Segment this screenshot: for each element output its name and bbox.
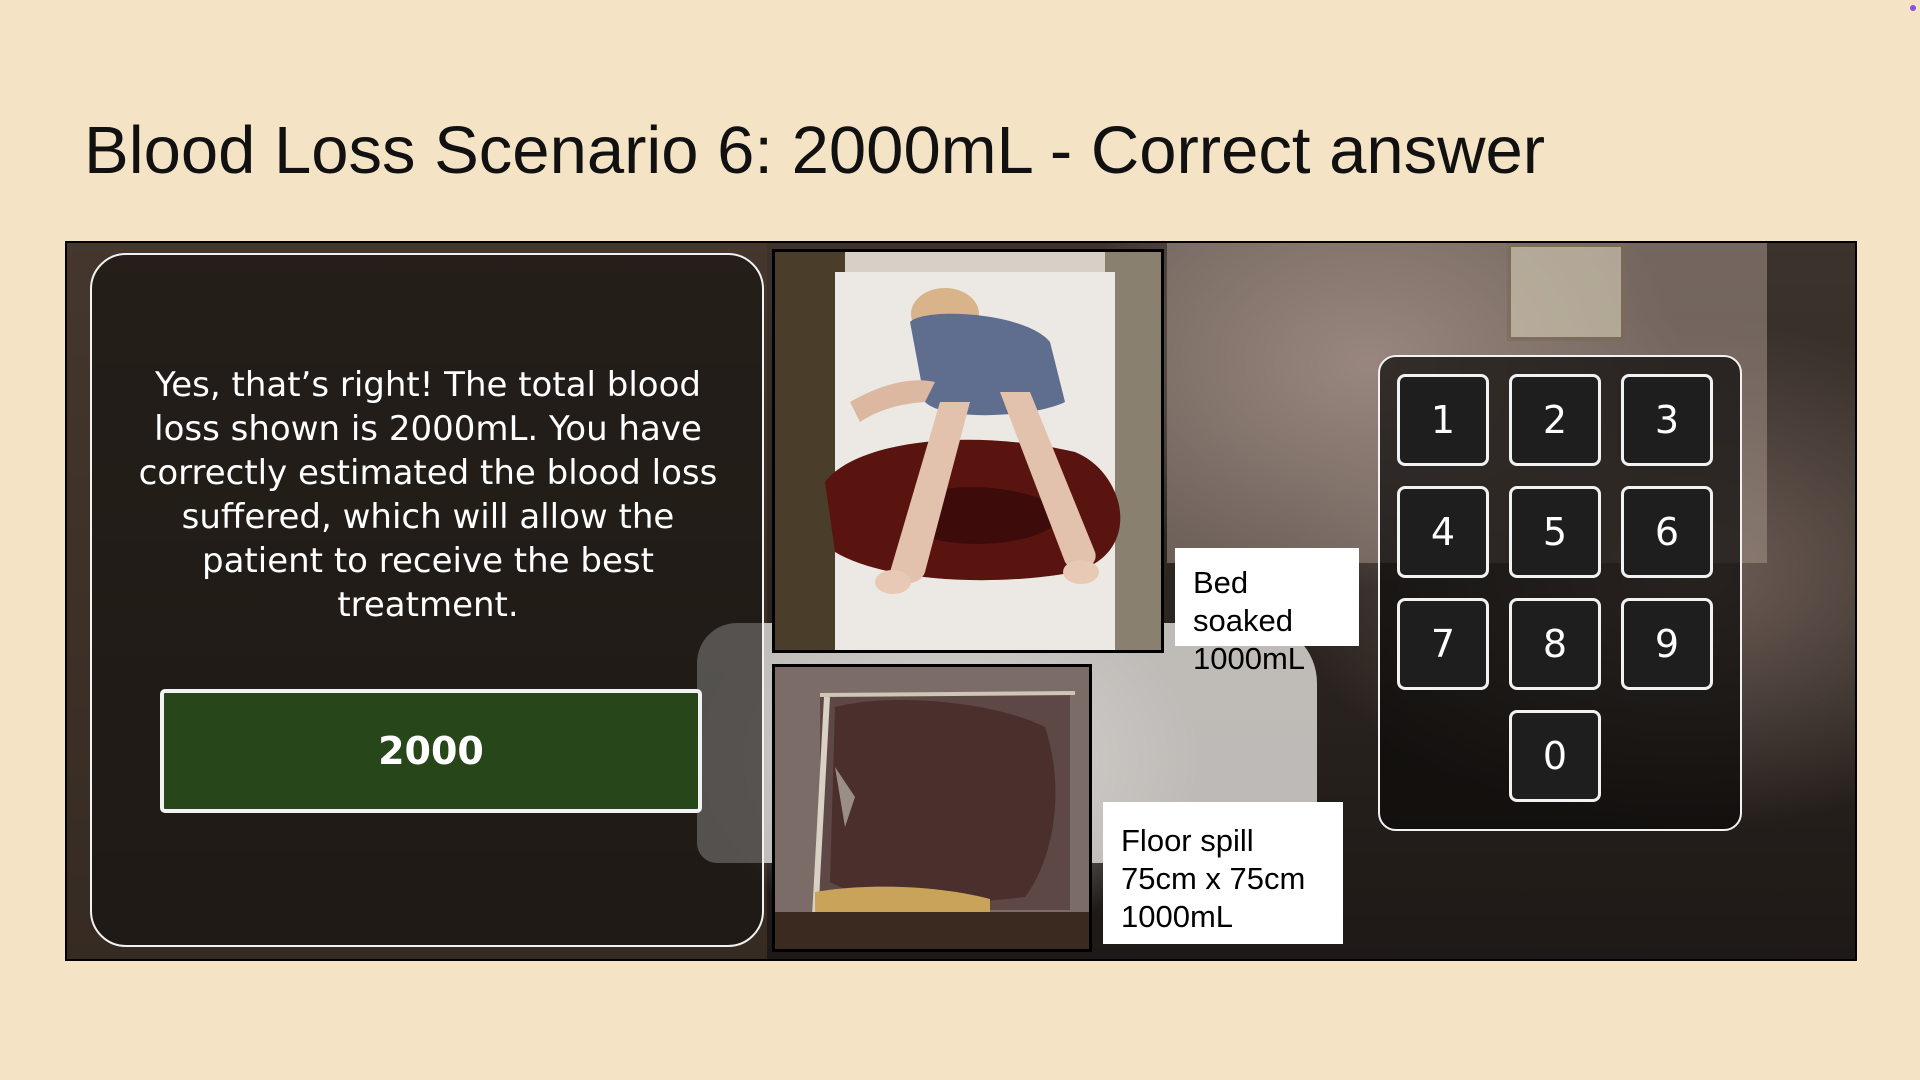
feedback-message: Yes, that’s right! The total blood loss … [138, 365, 718, 625]
keypad-key-9[interactable]: 9 [1621, 598, 1713, 690]
floor-spill-illustration [775, 667, 1089, 949]
keypad-key-6[interactable]: 6 [1621, 486, 1713, 578]
feedback-panel: Yes, that’s right! The total blood loss … [90, 253, 764, 947]
floor-caption-line: Floor spill [1121, 823, 1254, 858]
bed-caption-line: 1000mL [1193, 641, 1306, 676]
bed-caption-line: Bed soaked [1193, 565, 1293, 638]
scenario-scene: Yes, that’s right! The total blood loss … [65, 241, 1857, 961]
floor-caption-line: 1000mL [1121, 899, 1234, 934]
bed-blood-photo [772, 249, 1164, 653]
floor-spill-caption: Floor spill 75cm x 75cm 1000mL [1103, 802, 1343, 944]
keypad-key-8[interactable]: 8 [1509, 598, 1601, 690]
floor-caption-line: 75cm x 75cm [1121, 861, 1306, 896]
keypad-key-0[interactable]: 0 [1509, 710, 1601, 802]
answer-display: 2000 [160, 689, 702, 813]
keypad-key-1[interactable]: 1 [1397, 374, 1489, 466]
background-notice-board [1507, 243, 1625, 341]
keypad-key-7[interactable]: 7 [1397, 598, 1489, 690]
keypad-key-5[interactable]: 5 [1509, 486, 1601, 578]
status-dot [1910, 5, 1916, 11]
bed-blood-illustration [775, 252, 1161, 650]
keypad-key-3[interactable]: 3 [1621, 374, 1713, 466]
floor-spill-photo [772, 664, 1092, 952]
bed-soaked-caption: Bed soaked 1000mL [1175, 548, 1359, 676]
keypad-key-4[interactable]: 4 [1397, 486, 1489, 578]
keypad-key-2[interactable]: 2 [1509, 374, 1601, 466]
number-keypad: 1 2 3 4 5 6 7 8 9 0 [1378, 355, 1742, 831]
page-title: Blood Loss Scenario 6: 2000mL - Correct … [84, 113, 1546, 188]
